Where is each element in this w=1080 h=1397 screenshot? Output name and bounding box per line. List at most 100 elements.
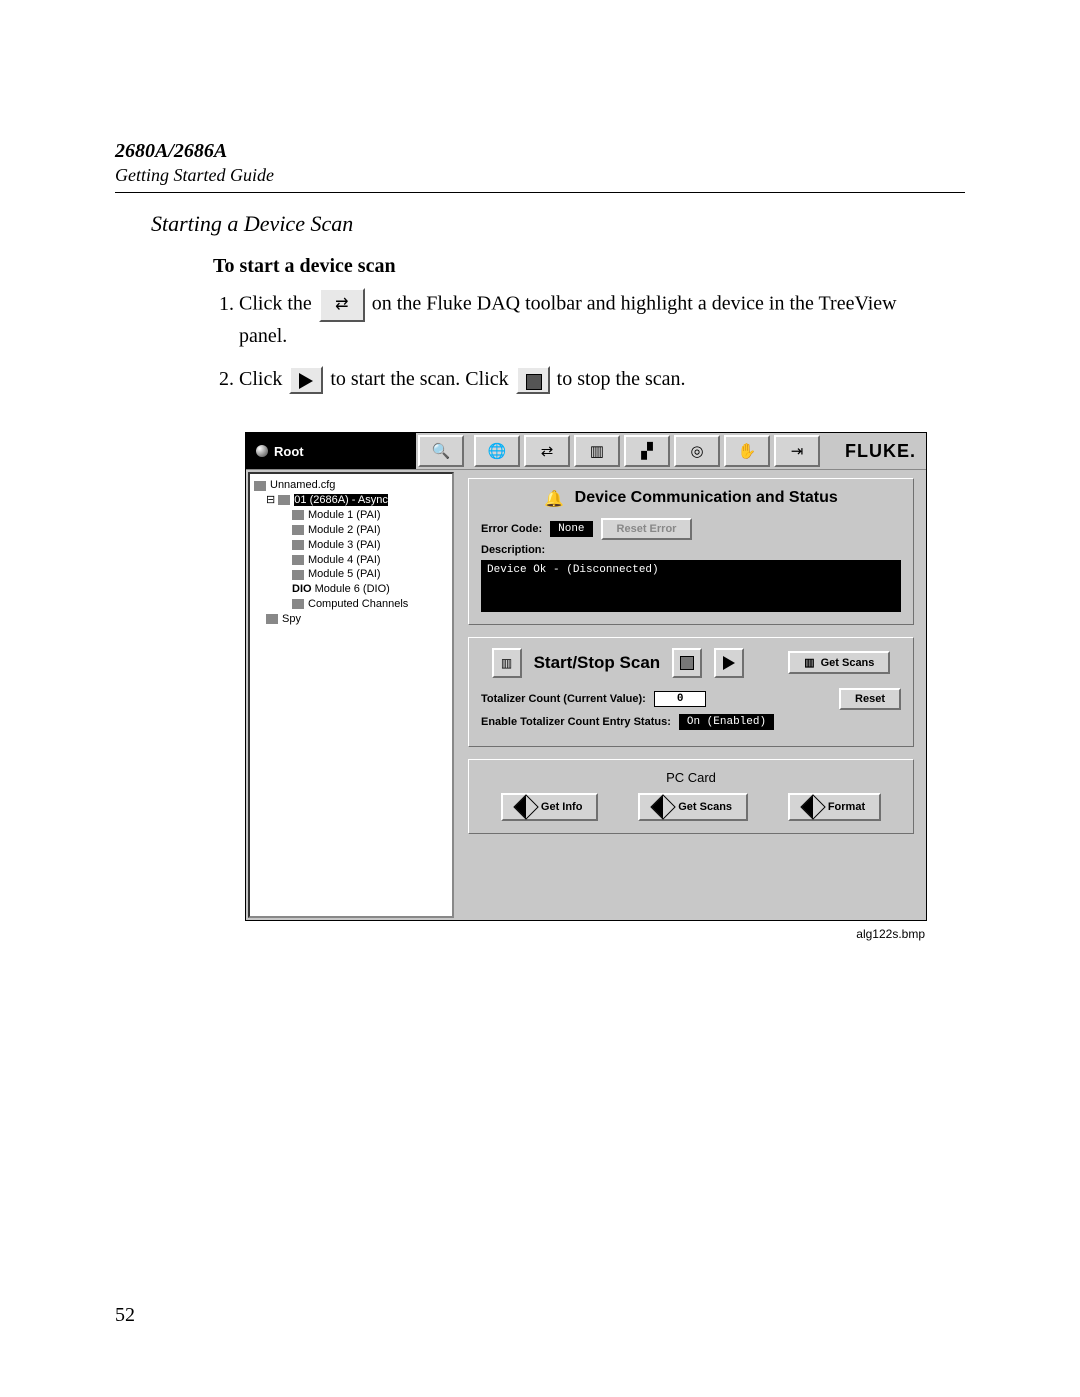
- toolbar-exit-button[interactable]: ⇥: [774, 435, 820, 467]
- tree-view[interactable]: Unnamed.cfg ⊟ 01 (2686A) - Async Module …: [248, 472, 454, 918]
- tree-config-label: Unnamed.cfg: [270, 479, 335, 491]
- root-ball-icon: [256, 445, 268, 457]
- tree-module-4-label: Module 4 (PAI): [308, 554, 381, 566]
- error-code-value: None: [550, 521, 592, 537]
- totalizer-label: Totalizer Count (Current Value):: [481, 693, 646, 705]
- communication-toolbar-icon: ⇄: [319, 288, 365, 322]
- tree-module-2[interactable]: Module 2 (PAI): [252, 523, 450, 538]
- enable-totalizer-label: Enable Totalizer Count Entry Status:: [481, 716, 671, 728]
- header-model: 2680A/2686A: [115, 140, 965, 163]
- pccard-icon: [651, 794, 676, 819]
- tree-device[interactable]: ⊟ 01 (2686A) - Async: [252, 493, 450, 508]
- toolbar-hand-button[interactable]: ✋: [724, 435, 770, 467]
- toolbar-search-button[interactable]: 🔍: [418, 435, 464, 467]
- tree-device-label: 01 (2686A) - Async: [294, 494, 388, 506]
- root-label: Root: [274, 444, 304, 459]
- tree-module-6[interactable]: DIO Module 6 (DIO): [252, 582, 450, 597]
- step-2-text-a: Click: [239, 368, 287, 390]
- app-screenshot-figure: Root 🔍 🌐 ⇄ ▥ ▞ ◎ ✋ ⇥ FLUKE. Unnamed.cfg: [245, 432, 925, 941]
- steps-list: Click the ⇄ on the Fluke DAQ toolbar and…: [213, 288, 965, 394]
- pccard-format-label: Format: [828, 801, 865, 813]
- content-pane: 🔔 Device Communication and Status Error …: [456, 470, 926, 920]
- get-scans-button[interactable]: ▥ Get Scans: [788, 651, 890, 674]
- toolbar-chart-button[interactable]: ▞: [624, 435, 670, 467]
- comm-status-title: 🔔 Device Communication and Status: [481, 489, 901, 507]
- step-1-text-a: Click the: [239, 293, 317, 315]
- scan-title: Start/Stop Scan: [534, 653, 661, 673]
- pccard-getscans-label: Get Scans: [678, 801, 732, 813]
- tree-module-4[interactable]: Module 4 (PAI): [252, 553, 450, 568]
- comm-status-panel: 🔔 Device Communication and Status Error …: [468, 478, 914, 624]
- bell-icon: 🔔: [544, 489, 562, 507]
- module-icon: [292, 570, 304, 580]
- pccard-getinfo-label: Get Info: [541, 801, 583, 813]
- device-icon: [278, 495, 290, 505]
- tree-module-2-label: Module 2 (PAI): [308, 524, 381, 536]
- root-title-box: Root: [246, 433, 416, 469]
- error-code-label: Error Code:: [481, 523, 542, 535]
- tree-module-1[interactable]: Module 1 (PAI): [252, 508, 450, 523]
- step-1: Click the ⇄ on the Fluke DAQ toolbar and…: [239, 288, 965, 351]
- description-box: Device Ok - (Disconnected): [481, 560, 901, 612]
- toolbar-target-button[interactable]: ◎: [674, 435, 720, 467]
- module-icon: [292, 555, 304, 565]
- get-scans-label: Get Scans: [821, 657, 875, 669]
- toolbar-communication-button[interactable]: ⇄: [524, 435, 570, 467]
- scan-panel: ▥ Start/Stop Scan ▥ Get Scans Totalizer: [468, 637, 914, 747]
- start-scan-button[interactable]: [714, 648, 744, 678]
- play-icon: [289, 366, 323, 394]
- tree-computed[interactable]: Computed Channels: [252, 597, 450, 612]
- pccard-panel: PC Card Get Info Get Scans: [468, 759, 914, 834]
- enable-totalizer-value: On (Enabled): [679, 714, 774, 730]
- app-body: Unnamed.cfg ⊟ 01 (2686A) - Async Module …: [246, 470, 926, 920]
- module-icon: [292, 540, 304, 550]
- module-icon: [292, 510, 304, 520]
- stop-scan-button[interactable]: [672, 648, 702, 678]
- tree-spy-label: Spy: [282, 613, 301, 625]
- comm-status-title-text: Device Communication and Status: [575, 490, 838, 507]
- pccard-icon: [800, 794, 825, 819]
- pccard-getinfo-button[interactable]: Get Info: [501, 793, 599, 821]
- tree-spy[interactable]: Spy: [252, 612, 450, 627]
- description-label: Description:: [481, 544, 545, 556]
- totalizer-reset-button[interactable]: Reset: [839, 688, 901, 710]
- computed-icon: [292, 599, 304, 609]
- module-icon: [292, 525, 304, 535]
- step-2: Click to start the scan. Click to stop t…: [239, 365, 965, 394]
- fluke-logo: FLUKE.: [845, 441, 926, 462]
- app-toolbar: Root 🔍 🌐 ⇄ ▥ ▞ ◎ ✋ ⇥ FLUKE.: [246, 433, 926, 470]
- pccard-getscans-button[interactable]: Get Scans: [638, 793, 748, 821]
- pccard-icon: [513, 794, 538, 819]
- app-window: Root 🔍 🌐 ⇄ ▥ ▞ ◎ ✋ ⇥ FLUKE. Unnamed.cfg: [245, 432, 927, 921]
- totalizer-value: 0: [654, 691, 707, 707]
- tree-module-1-label: Module 1 (PAI): [308, 509, 381, 521]
- spy-icon: [266, 614, 278, 624]
- pccard-title: PC Card: [481, 770, 901, 785]
- step-2-text-c: to stop the scan.: [557, 368, 686, 390]
- subheading: To start a device scan: [213, 255, 965, 278]
- scan-device-small-icon: ▥: [804, 656, 814, 669]
- reset-error-button[interactable]: Reset Error: [601, 518, 693, 540]
- toolbar-globe-button[interactable]: 🌐: [474, 435, 520, 467]
- tree-module-6-prefix: DIO: [292, 583, 312, 595]
- tree-module-6-label: Module 6 (DIO): [315, 583, 390, 595]
- tree-module-5[interactable]: Module 5 (PAI): [252, 567, 450, 582]
- config-icon: [254, 481, 266, 491]
- header-rule: [115, 192, 965, 193]
- tree-config[interactable]: Unnamed.cfg: [252, 478, 450, 493]
- stop-icon: [516, 366, 550, 394]
- tree-module-5-label: Module 5 (PAI): [308, 568, 381, 580]
- page-number: 52: [115, 1304, 135, 1327]
- figure-caption: alg122s.bmp: [245, 927, 925, 941]
- scan-device-icon: ▥: [492, 648, 522, 678]
- section-title: Starting a Device Scan: [151, 211, 965, 237]
- pccard-format-button[interactable]: Format: [788, 793, 881, 821]
- header-guide: Getting Started Guide: [115, 165, 965, 186]
- toolbar-device-button[interactable]: ▥: [574, 435, 620, 467]
- step-2-text-b: to start the scan. Click: [330, 368, 513, 390]
- tree-module-3[interactable]: Module 3 (PAI): [252, 538, 450, 553]
- page: 2680A/2686A Getting Started Guide Starti…: [0, 0, 1080, 1397]
- tree-module-3-label: Module 3 (PAI): [308, 539, 381, 551]
- tree-computed-label: Computed Channels: [308, 598, 408, 610]
- page-header: 2680A/2686A Getting Started Guide: [115, 140, 965, 193]
